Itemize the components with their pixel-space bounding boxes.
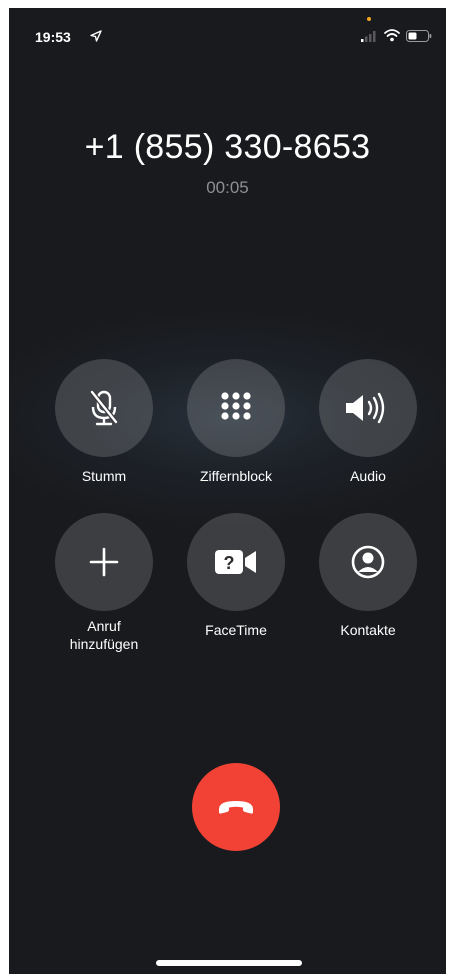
microphone-in-use-indicator: [367, 17, 371, 21]
plus-icon: [89, 547, 119, 577]
speaker-icon: [346, 392, 385, 424]
contacts-button[interactable]: Kontakte: [318, 513, 418, 639]
keypad-button[interactable]: Ziffernblock: [186, 359, 286, 485]
keypad-label: Ziffernblock: [199, 468, 273, 484]
end-call-button[interactable]: [192, 763, 280, 851]
contacts-label: Kontakte: [340, 622, 396, 638]
call-screen: 19:53 +1 (855) 330-8653 00:05 Stumm Ziff…: [9, 8, 446, 974]
wifi-icon: [384, 29, 400, 42]
audio-label: Audio: [350, 468, 386, 484]
mic-off-icon: [90, 390, 118, 426]
add-call-circle[interactable]: [55, 513, 153, 611]
mute-button[interactable]: Stumm: [54, 359, 154, 485]
status-time: 19:53: [35, 29, 71, 45]
status-bar: 19:53: [9, 8, 446, 68]
signal-icon: [361, 31, 376, 42]
call-duration: 00:05: [206, 178, 249, 197]
svg-text:?: ?: [224, 553, 235, 573]
contacts-circle[interactable]: [319, 513, 417, 611]
audio-circle[interactable]: [319, 359, 417, 457]
home-indicator[interactable]: [156, 960, 302, 966]
facetime-button[interactable]: ? FaceTime: [186, 513, 286, 639]
keypad-circle[interactable]: [187, 359, 285, 457]
audio-button[interactable]: Audio: [318, 359, 418, 485]
end-call-icon: [219, 801, 253, 814]
contact-icon: [351, 545, 385, 579]
facetime-icon: ?: [215, 550, 256, 574]
add-call-button[interactable]: Anruf hinzufügen: [54, 513, 154, 653]
facetime-label: FaceTime: [205, 622, 267, 638]
mute-circle[interactable]: [55, 359, 153, 457]
battery-icon: [406, 30, 432, 42]
keypad-icon: [221, 392, 251, 420]
caller-number: +1 (855) 330-8653: [84, 128, 371, 166]
facetime-circle[interactable]: ?: [187, 513, 285, 611]
add-call-label: Anruf hinzufügen: [69, 618, 139, 652]
location-arrow-icon: [90, 30, 102, 42]
mute-label: Stumm: [81, 468, 127, 484]
